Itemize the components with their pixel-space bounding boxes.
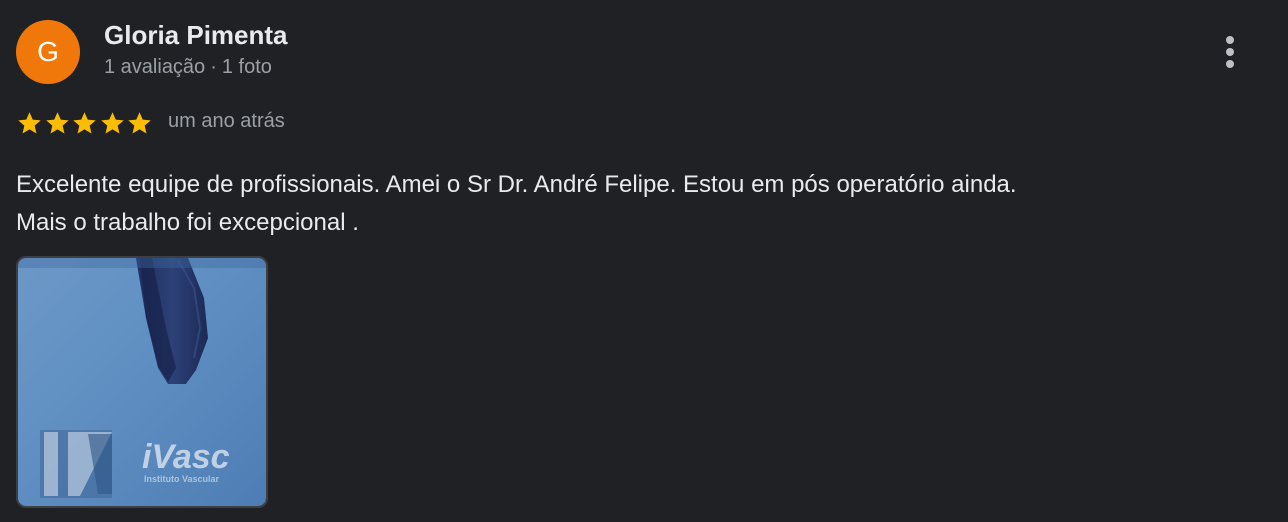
review-text-line: Excelente equipe de profissionais. Amei … (16, 171, 1017, 198)
author-meta: 1 avaliação · 1 foto (104, 56, 272, 79)
review-count: 1 avaliação (104, 56, 206, 78)
photo-count: 1 foto (221, 56, 272, 78)
review-card: G Gloria Pimenta 1 avaliação · 1 foto um a… (0, 0, 1288, 522)
review-date: um ano atrás (168, 110, 285, 132)
author-name[interactable]: Gloria Pimenta (104, 20, 288, 51)
brand-subtext: Instituto Vascular (144, 474, 220, 484)
star-icon (18, 111, 41, 134)
review-photo[interactable]: iVasc Instituto Vascular (16, 256, 268, 508)
star-icon (128, 111, 151, 134)
star-rating (16, 108, 154, 138)
review-text-line: Mais o trabalho foi excepcional . (16, 209, 359, 236)
star-icon (45, 111, 69, 134)
avatar-initial: G (37, 36, 59, 67)
star-icon (100, 111, 124, 134)
meta-separator: · (210, 56, 217, 78)
avatar[interactable]: G (16, 20, 80, 84)
brand-logo (40, 430, 112, 498)
star-icon (73, 111, 96, 134)
photo-image: iVasc Instituto Vascular (18, 258, 266, 506)
more-options-button[interactable] (1214, 33, 1246, 71)
review-text: Excelente equipe de profissionais. Amei … (16, 166, 1256, 242)
brand-text: iVasc (142, 438, 230, 476)
